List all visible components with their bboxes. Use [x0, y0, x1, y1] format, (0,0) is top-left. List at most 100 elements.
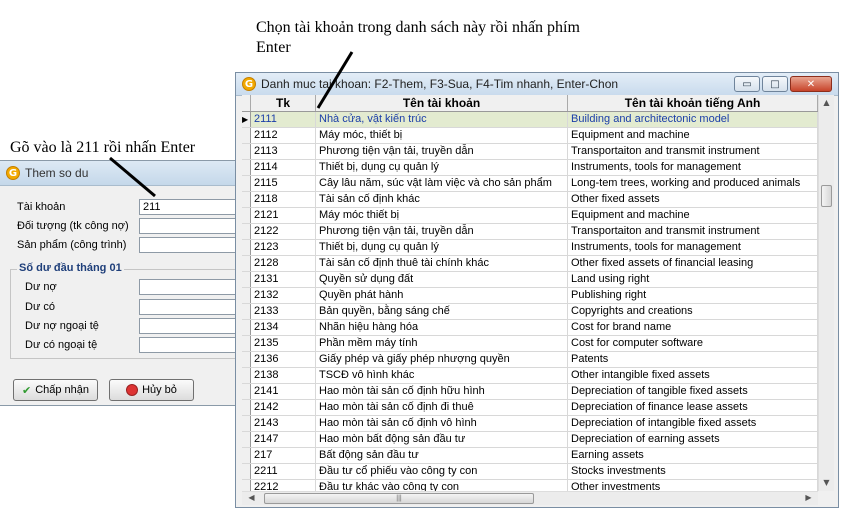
table-row[interactable]: 2112 Máy móc, thiết bị Equipment and machi…	[242, 128, 818, 144]
table-row[interactable]: 217 Bất động sản đầu tư Earning assets	[242, 448, 818, 464]
scroll-right-icon[interactable]: ▶	[801, 490, 816, 506]
field-object-label: Đối tượng (tk công nợ)	[17, 220, 129, 232]
annotation-left: Gõ vào là 211 rồi nhấn Enter	[10, 139, 196, 156]
object-input[interactable]	[139, 218, 243, 234]
table-row[interactable]: 2132 Quyền phát hành Publishing right	[242, 288, 818, 304]
account-english-name-cell: Building and architectonic model	[568, 112, 818, 127]
field-product-label: Sản phẩm (công trình)	[17, 239, 127, 251]
dialog-titlebar: G Them so du	[0, 161, 242, 186]
accept-button-label: Chấp nhận	[35, 384, 90, 396]
scroll-left-icon[interactable]: ◀	[244, 490, 259, 506]
horizontal-scrollbar[interactable]: ◀ ||| ▶	[242, 491, 818, 505]
row-indicator	[242, 272, 251, 287]
credit-fx-input[interactable]	[139, 337, 243, 353]
column-header-name[interactable]: Tên tài khoản	[316, 95, 568, 111]
minimize-icon[interactable]: ▭	[734, 76, 760, 92]
debit-fx-input[interactable]	[139, 318, 243, 334]
account-english-name-cell: Transportaiton and transmit instrument	[568, 224, 818, 239]
table-row[interactable]: 2115 Cây lâu năm, súc vật làm việc và cho…	[242, 176, 818, 192]
table-row[interactable]: 2121 Máy móc thiết bị Equipment and machin…	[242, 208, 818, 224]
account-name-cell: Tài sản cố định khác	[316, 192, 568, 207]
account-english-name-cell: Depreciation of finance lease assets	[568, 400, 818, 415]
account-code-cell: 2122	[251, 224, 316, 239]
field-object-row: Đối tượng (tk công nợ)	[17, 218, 139, 234]
table-row[interactable]: 2147 Hao mòn bất động sản đầu tư Depreciat…	[242, 432, 818, 448]
account-code-cell: 2118	[251, 192, 316, 207]
table-row[interactable]: 2131 Quyền sử dụng đất Land using right	[242, 272, 818, 288]
grid-body: ▶ 2111 Nhà cửa, vật kiến trúc Building and …	[242, 112, 818, 491]
account-name-cell: Thiết bị, dụng cụ quản lý	[316, 160, 568, 175]
account-english-name-cell: Long-tem trees, working and produced ani…	[568, 176, 818, 191]
table-row[interactable]: 2133 Bản quyền, bằng sáng chế Copyrights a…	[242, 304, 818, 320]
add-balance-dialog: G Them so du Tài khoản 211 Đối tượng (tk…	[0, 160, 243, 406]
vertical-scroll-thumb[interactable]	[821, 185, 832, 207]
account-code-cell: 2123	[251, 240, 316, 255]
debit-label: Dư nợ	[25, 281, 57, 293]
accept-button[interactable]: ✔ Chấp nhận	[13, 379, 98, 401]
cancel-button-label: Hủy bỏ	[142, 384, 177, 396]
table-row[interactable]: 2134 Nhãn hiệu hàng hóa Cost for brand nam…	[242, 320, 818, 336]
account-name-cell: Bất động sản đầu tư	[316, 448, 568, 463]
account-code-cell: 2135	[251, 336, 316, 351]
table-row[interactable]: 2122 Phương tiện vận tải, truyền dẫn Trans…	[242, 224, 818, 240]
field-product-row: Sản phẩm (công trình)	[17, 237, 139, 253]
account-name-cell: Hao mòn tài sản cố định đi thuê	[316, 400, 568, 415]
account-input[interactable]: 211	[139, 199, 243, 215]
account-english-name-cell: Instruments, tools for management	[568, 160, 818, 175]
table-row[interactable]: 2138 TSCĐ vô hình khác Other intangible fi…	[242, 368, 818, 384]
table-row[interactable]: 2136 Giấy phép và giấy phép nhượng quyền P…	[242, 352, 818, 368]
current-row-arrow-icon: ▶	[242, 112, 251, 127]
row-indicator	[242, 240, 251, 255]
account-name-cell: Thiết bị, dụng cụ quản lý	[316, 240, 568, 255]
row-indicator	[242, 160, 251, 175]
credit-input[interactable]	[139, 299, 243, 315]
account-name-cell: Nhà cửa, vật kiến trúc	[316, 112, 568, 127]
account-english-name-cell: Land using right	[568, 272, 818, 287]
column-header-english-name[interactable]: Tên tài khoản tiếng Anh	[568, 95, 818, 111]
vertical-scrollbar[interactable]: ▲ ▼	[818, 95, 834, 491]
table-row[interactable]: ▶ 2111 Nhà cửa, vật kiến trúc Building and …	[242, 112, 818, 128]
table-row[interactable]: 2113 Phương tiện vận tải, truyền dẫn Trans…	[242, 144, 818, 160]
table-row[interactable]: 2114 Thiết bị, dụng cụ quản lý Instruments…	[242, 160, 818, 176]
account-name-cell: Bản quyền, bằng sáng chế	[316, 304, 568, 319]
scroll-up-icon[interactable]: ▲	[819, 95, 834, 111]
opening-balance-title: Số dư đầu tháng 01	[17, 262, 124, 274]
close-icon[interactable]: ✕	[790, 76, 832, 92]
table-row[interactable]: 2142 Hao mòn tài sản cố định đi thuê Depre…	[242, 400, 818, 416]
account-english-name-cell: Earning assets	[568, 448, 818, 463]
row-indicator	[242, 304, 251, 319]
account-name-cell: Cây lâu năm, súc vật làm việc và cho sản…	[316, 176, 568, 191]
table-row[interactable]: 2135 Phần mềm máy tính Cost for computer s…	[242, 336, 818, 352]
row-indicator	[242, 416, 251, 431]
column-header-tk[interactable]: Tk	[251, 95, 316, 111]
account-code-cell: 2133	[251, 304, 316, 319]
scroll-down-icon[interactable]: ▼	[819, 475, 834, 491]
debit-input[interactable]	[139, 279, 243, 295]
horizontal-scroll-thumb[interactable]: |||	[264, 493, 534, 504]
table-row[interactable]: 2128 Tài sản cố định thuê tài chính khác O…	[242, 256, 818, 272]
row-indicator	[242, 224, 251, 239]
table-row[interactable]: 2143 Hao mòn tài sản cố định vô hình Depre…	[242, 416, 818, 432]
product-input[interactable]	[139, 237, 243, 253]
table-row[interactable]: 2211 Đầu tư cổ phiếu vào công ty con Stock…	[242, 464, 818, 480]
table-row[interactable]: 2118 Tài sản cố định khác Other fixed asse…	[242, 192, 818, 208]
table-row[interactable]: 2212 Đầu tư khác vào công ty con Other inv…	[242, 480, 818, 491]
annotation-top: Chọn tài khoản trong danh sách này rồi n…	[256, 19, 580, 56]
row-indicator	[242, 208, 251, 223]
app-logo-icon: G	[242, 77, 256, 91]
account-english-name-cell: Other fixed assets of financial leasing	[568, 256, 818, 271]
table-row[interactable]: 2123 Thiết bị, dụng cụ quản lý Instruments…	[242, 240, 818, 256]
account-code-cell: 2143	[251, 416, 316, 431]
account-code-cell: 2111	[251, 112, 316, 127]
row-indicator	[242, 128, 251, 143]
row-indicator	[242, 144, 251, 159]
account-english-name-cell: Transportaiton and transmit instrument	[568, 144, 818, 159]
maximize-icon[interactable]: □	[762, 76, 788, 92]
grid-header: Tk Tên tài khoản Tên tài khoản tiếng Anh	[242, 95, 818, 112]
row-indicator	[242, 432, 251, 447]
table-row[interactable]: 2141 Hao mòn tài sản cố định hữu hình Depr…	[242, 384, 818, 400]
account-english-name-cell: Other investments	[568, 480, 818, 491]
account-english-name-cell: Instruments, tools for management	[568, 240, 818, 255]
cancel-button[interactable]: Hủy bỏ	[109, 379, 194, 401]
account-name-cell: Phần mềm máy tính	[316, 336, 568, 351]
